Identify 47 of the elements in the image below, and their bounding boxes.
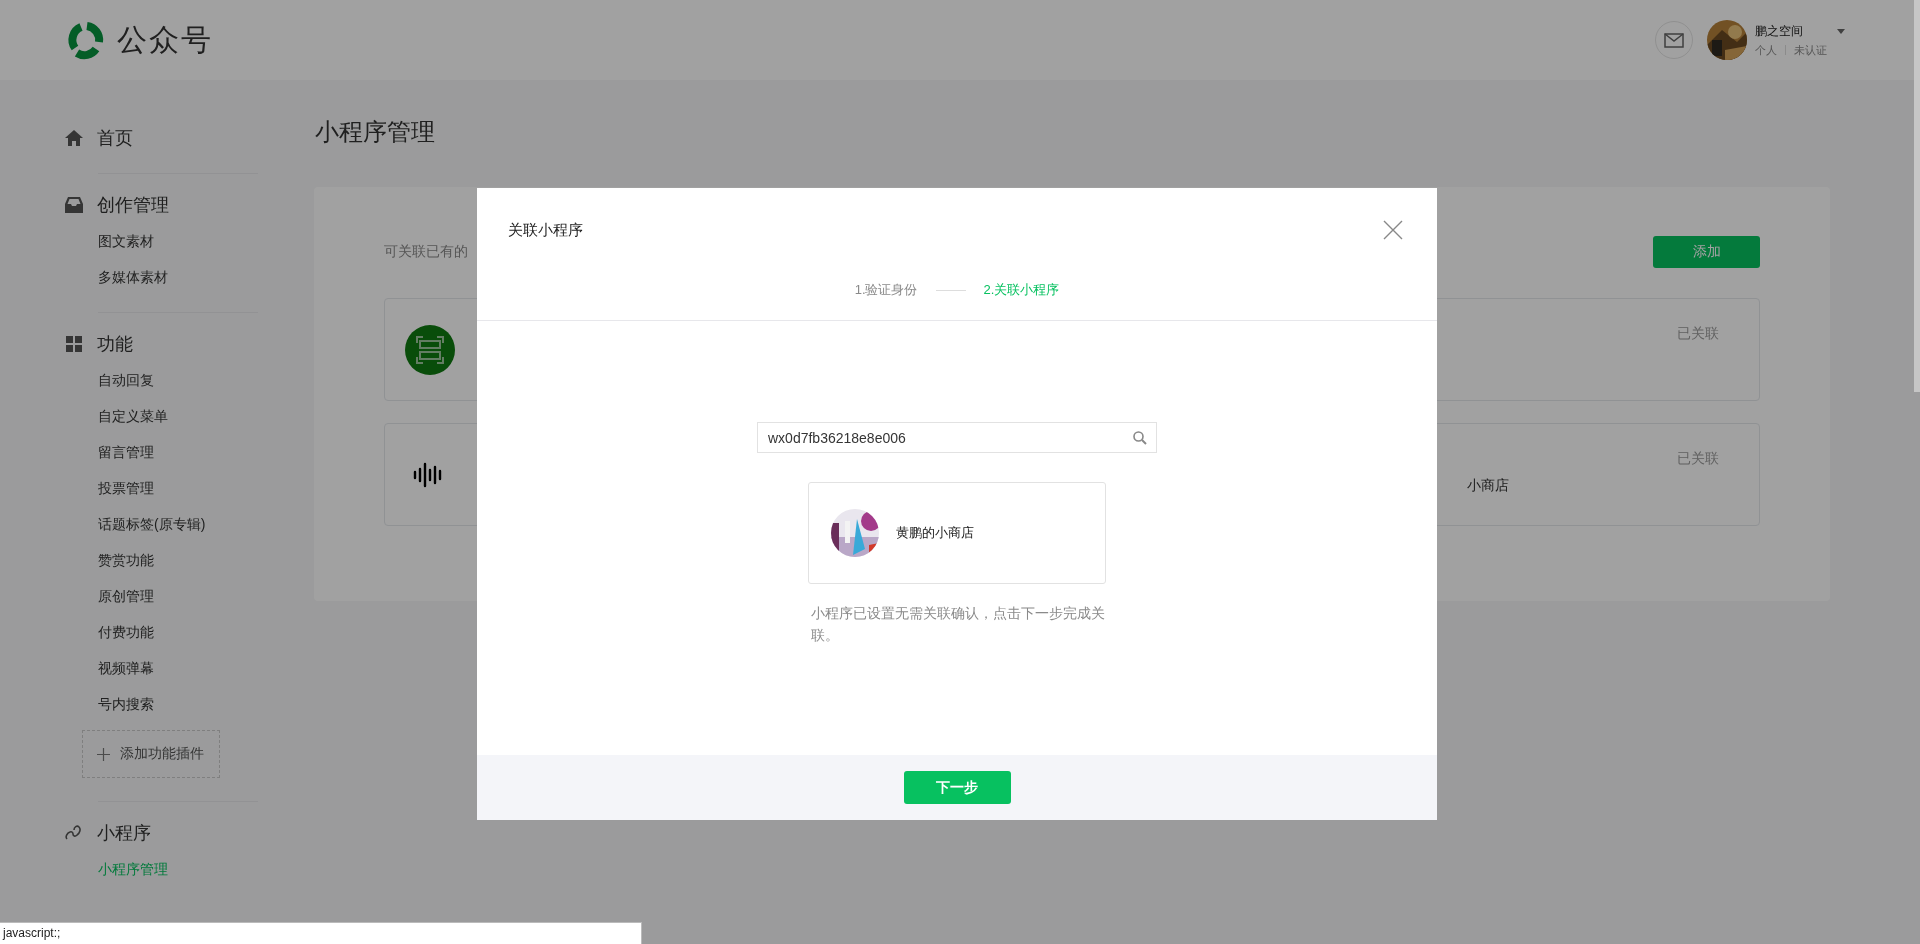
link-icon — [65, 824, 83, 842]
mini-program-name: 黄鹏的小商店 — [896, 524, 974, 542]
link-status: 已关联 — [1677, 450, 1719, 468]
search-result-card[interactable]: 黄鹏的小商店 — [808, 482, 1106, 584]
logo-icon — [65, 20, 105, 60]
search-icon[interactable] — [1133, 431, 1147, 445]
search-field[interactable]: wx0d7fb36218e8e006 — [757, 422, 1157, 453]
sidebar-item[interactable]: 投票管理 — [98, 470, 300, 506]
home-icon — [65, 130, 83, 146]
sidebar-section[interactable]: 小程序 — [97, 821, 151, 845]
tray-icon — [65, 197, 83, 213]
account-name[interactable]: 鹏之空间 — [1755, 22, 1827, 40]
grid-icon — [65, 336, 83, 352]
description-text: 可关联已有的 — [384, 243, 468, 261]
sidebar-item[interactable]: 号内搜索 — [98, 686, 300, 722]
sidebar-section[interactable]: 功能 — [97, 332, 133, 356]
logo-text: 公众号 — [117, 21, 213, 58]
sidebar-section[interactable]: 创作管理 — [97, 193, 169, 217]
mail-button[interactable] — [1655, 21, 1693, 59]
sidebar-item[interactable]: 赞赏功能 — [98, 542, 300, 578]
scan-icon — [405, 324, 455, 375]
plus-icon — [97, 747, 110, 761]
status-bar: javascript:; — [0, 922, 642, 944]
sidebar-item[interactable]: 多媒体素材 — [98, 259, 300, 295]
sidebar-item[interactable]: 原创管理 — [98, 578, 300, 614]
sidebar-item[interactable]: 话题标签(原专辑) — [98, 506, 300, 542]
sidebar-section[interactable]: 首页 — [97, 126, 133, 150]
envelope-icon — [1664, 32, 1684, 48]
page-title: 小程序管理 — [315, 117, 436, 147]
step-label: 2.关联小程序 — [983, 281, 1060, 299]
sidebar-item[interactable]: 视频弹幕 — [98, 650, 300, 686]
caret-icon[interactable] — [1837, 28, 1845, 34]
verification-status: 未认证 — [1794, 42, 1827, 58]
sidebar-item[interactable]: 自定义菜单 — [98, 398, 300, 434]
sidebar-item[interactable]: 图文素材 — [98, 223, 300, 259]
sidebar-item[interactable]: 自动回复 — [98, 362, 300, 398]
link-status: 已关联 — [1677, 325, 1719, 343]
close-button[interactable] — [1383, 220, 1403, 240]
sidebar-item[interactable]: 付费功能 — [98, 614, 300, 650]
step-label: 1.验证身份 — [854, 281, 918, 299]
sidebar-item[interactable]: 留言管理 — [98, 434, 300, 470]
add-plugin-button[interactable]: 添加功能插件 — [82, 730, 220, 778]
mini-program-name: 小商店 — [1467, 476, 1509, 495]
hint-text: 小程序已设置无需关联确认，点击下一步完成关联。 — [811, 604, 1106, 645]
dialog-title: 关联小程序 — [508, 220, 583, 240]
scrollbar[interactable] — [1914, 0, 1920, 392]
account-type: 个人 — [1755, 42, 1777, 58]
